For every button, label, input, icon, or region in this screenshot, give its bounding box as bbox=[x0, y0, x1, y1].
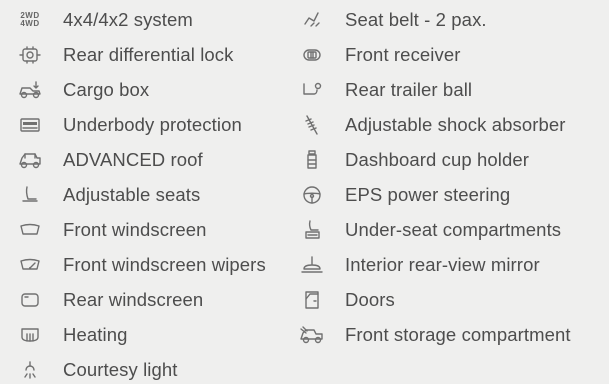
feature-label: Front windscreen wipers bbox=[63, 254, 266, 275]
storage-compartment-icon bbox=[297, 323, 327, 347]
feature-label: Front windscreen bbox=[63, 219, 207, 240]
feature-label: Courtesy light bbox=[63, 359, 178, 380]
cargo-box-icon bbox=[15, 78, 45, 102]
feature-label: Doors bbox=[345, 289, 395, 310]
feature-label: Dashboard cup holder bbox=[345, 149, 530, 170]
feature-item: Front receiver bbox=[297, 41, 461, 69]
front-receiver-icon bbox=[297, 43, 327, 67]
feature-label: Cargo box bbox=[63, 79, 150, 100]
feature-label: Rear windscreen bbox=[63, 289, 204, 310]
heating-icon bbox=[15, 323, 45, 347]
courtesy-light-icon bbox=[15, 358, 45, 382]
cup-holder-icon bbox=[297, 148, 327, 172]
feature-item: Front windscreen wipers bbox=[15, 251, 266, 279]
seat-belt-icon bbox=[297, 8, 327, 32]
feature-item: Cargo box bbox=[15, 76, 149, 104]
feature-item: Underbody protection bbox=[15, 111, 242, 139]
underbody-protection-icon bbox=[15, 113, 45, 137]
under-seat-compartment-icon bbox=[297, 218, 327, 242]
feature-item: Rear trailer ball bbox=[297, 76, 472, 104]
feature-item: Courtesy light bbox=[15, 356, 178, 384]
feature-label: Adjustable seats bbox=[63, 184, 201, 205]
feature-item: Interior rear-view mirror bbox=[297, 251, 540, 279]
differential-lock-icon bbox=[15, 43, 45, 67]
feature-label: Interior rear-view mirror bbox=[345, 254, 540, 275]
feature-label: Heating bbox=[63, 324, 128, 345]
4x4-icon-text-bottom: 4WD bbox=[20, 19, 40, 28]
steering-wheel-icon bbox=[297, 183, 327, 207]
feature-item: EPS power steering bbox=[297, 181, 510, 209]
feature-label: EPS power steering bbox=[345, 184, 511, 205]
feature-item: Rear windscreen bbox=[15, 286, 203, 314]
feature-item: Front storage compartment bbox=[297, 321, 571, 349]
feature-item: ADVANCED roof bbox=[15, 146, 203, 174]
rear-view-mirror-icon bbox=[297, 253, 327, 277]
feature-label: Front storage compartment bbox=[345, 324, 571, 345]
feature-item: Heating bbox=[15, 321, 127, 349]
feature-item: Under-seat compartments bbox=[297, 216, 561, 244]
roof-icon bbox=[15, 148, 45, 172]
feature-label: Rear trailer ball bbox=[345, 79, 473, 100]
feature-item: Adjustable shock absorber bbox=[297, 111, 566, 139]
feature-label: Rear differential lock bbox=[63, 44, 234, 65]
trailer-ball-icon bbox=[297, 78, 327, 102]
feature-label: Front receiver bbox=[345, 44, 461, 65]
feature-item: Seat belt - 2 pax. bbox=[297, 6, 487, 34]
feature-label: Underbody protection bbox=[63, 114, 242, 135]
windscreen-icon bbox=[15, 218, 45, 242]
feature-label: ADVANCED roof bbox=[63, 149, 203, 170]
feature-label: 4x4/4x2 system bbox=[63, 9, 193, 30]
feature-item: Dashboard cup holder bbox=[297, 146, 529, 174]
features-list: 2WD 4WD 4x4/4x2 system Rear differential… bbox=[0, 0, 609, 384]
feature-item: Front windscreen bbox=[15, 216, 207, 244]
seat-icon bbox=[15, 183, 45, 207]
door-icon bbox=[297, 288, 327, 312]
feature-item: Adjustable seats bbox=[15, 181, 200, 209]
feature-label: Under-seat compartments bbox=[345, 219, 562, 240]
feature-label: Seat belt - 2 pax. bbox=[345, 9, 487, 30]
feature-item: Rear differential lock bbox=[15, 41, 234, 69]
4x4-icon: 2WD 4WD bbox=[15, 8, 45, 32]
feature-item: 2WD 4WD 4x4/4x2 system bbox=[15, 6, 193, 34]
shock-absorber-icon bbox=[297, 113, 327, 137]
rear-windscreen-icon bbox=[15, 288, 45, 312]
wiper-icon bbox=[15, 253, 45, 277]
feature-label: Adjustable shock absorber bbox=[345, 114, 566, 135]
feature-item: Doors bbox=[297, 286, 395, 314]
